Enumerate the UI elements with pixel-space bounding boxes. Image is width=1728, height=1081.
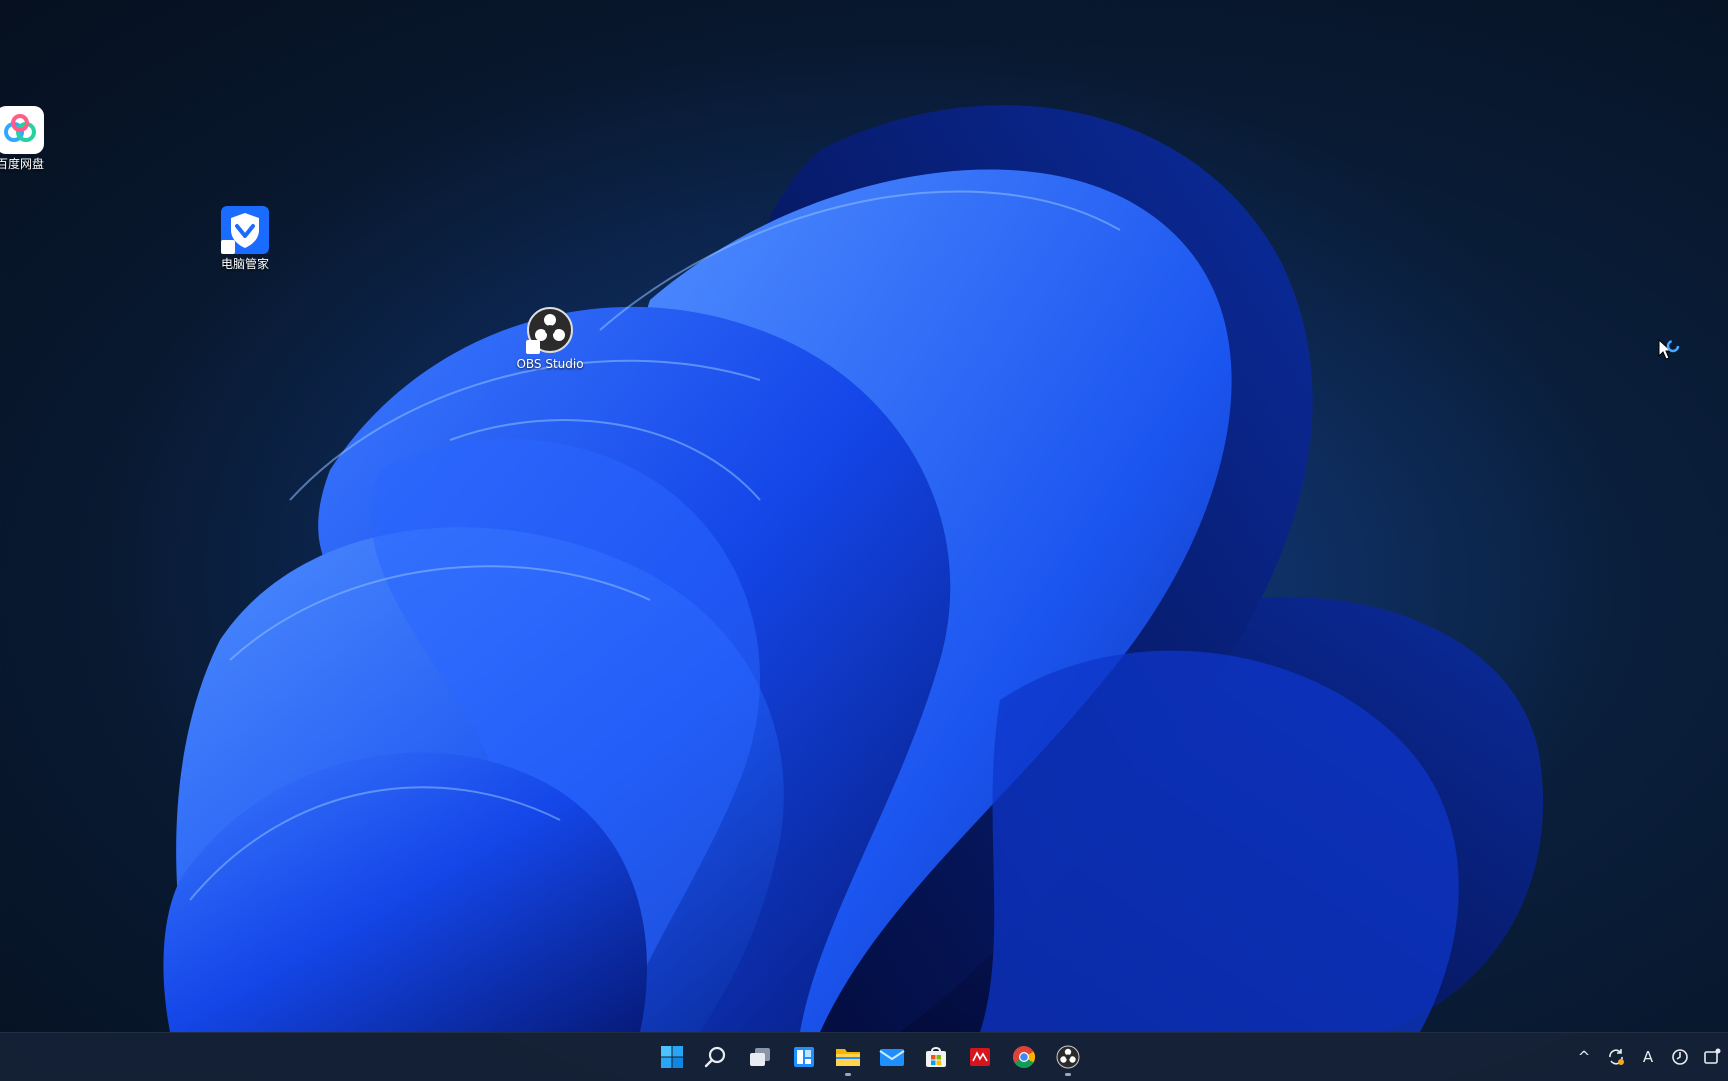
running-indicator [845,1073,851,1076]
widgets-icon [794,1047,814,1067]
taskbar-chrome-button[interactable] [1004,1037,1044,1077]
desktop-wallpaper [100,40,1620,1032]
input-method-label: A [1642,1048,1654,1066]
taskbar-obs-studio-button[interactable] [1048,1037,1088,1077]
sync-icon [1609,1049,1624,1065]
mouse-cursor-busy-icon [1658,338,1680,360]
shortcut-arrow-icon [526,340,540,354]
chevron-up-icon: ^ [1577,1048,1591,1066]
mail-icon [879,1049,905,1066]
system-tray: ^ A [1568,1033,1728,1081]
search-icon [704,1046,726,1068]
shortcut-arrow-icon [221,240,235,254]
clock-status-icon [1672,1049,1688,1065]
baidu-netdisk-icon [0,106,44,154]
tray-clock-status-button[interactable] [1668,1041,1692,1073]
taskbar-task-view-button[interactable] [740,1037,780,1077]
chrome-icon [1013,1046,1035,1068]
desktop-icon-label: OBS Studio [516,357,584,371]
taskbar-mail-button[interactable] [872,1037,912,1077]
task-view-icon [750,1048,770,1066]
taskbar-start-button[interactable] [652,1037,692,1077]
obs-studio-icon [1056,1045,1080,1069]
taskbar-file-explorer-button[interactable] [828,1037,868,1077]
desktop-icon-pc-manager[interactable]: 电脑管家 [205,206,285,271]
desktop-icon-label: 电脑管家 [220,257,269,271]
input-method-button[interactable]: A [1636,1041,1660,1073]
taskbar-widgets-button[interactable] [784,1037,824,1077]
tray-sync-button[interactable] [1604,1041,1628,1073]
file-explorer-icon [836,1049,860,1066]
show-hidden-icons-button[interactable]: ^ [1572,1041,1596,1073]
windows-start-icon [661,1046,683,1068]
obs-studio-icon [526,306,574,354]
tencent-pc-manager-icon [221,206,269,254]
notification-center-button[interactable] [1700,1041,1724,1073]
running-indicator [1065,1073,1071,1076]
taskbar-pinned-apps [650,1033,1090,1081]
red-app-icon [970,1048,990,1066]
taskbar-search-button[interactable] [696,1037,736,1077]
store-icon [926,1047,946,1067]
taskbar: ^ A [0,1032,1728,1081]
desktop-icon-label: 百度网盘 [0,157,44,171]
desktop-icon-baidu-netdisk[interactable]: 百度网盘 [0,106,60,171]
desktop-icon-obs-studio[interactable]: OBS Studio [510,306,590,371]
notification-icon [1704,1048,1721,1064]
taskbar-store-button[interactable] [916,1037,956,1077]
taskbar-red-app-button[interactable] [960,1037,1000,1077]
